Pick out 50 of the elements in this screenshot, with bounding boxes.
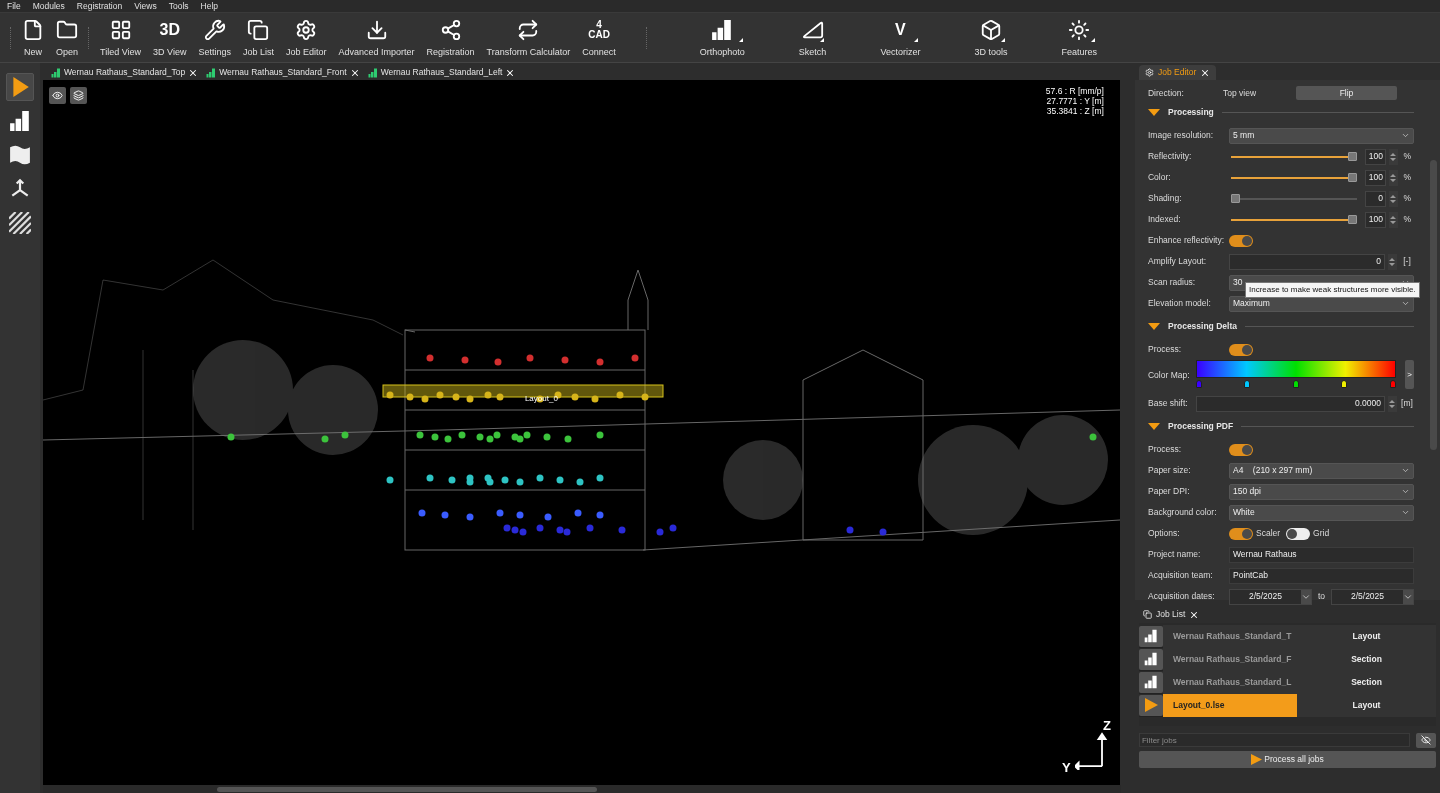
unit-label: % [1402,171,1413,184]
job-name: Layout_0.lse [1163,693,1297,717]
field-label: Color: [1148,171,1172,184]
job-type: Layout [1297,693,1436,717]
field-label: Acquisition team: [1148,569,1214,582]
tooltip: Increase to make weak structures more visible. [1245,282,1420,298]
unit-label: % [1402,192,1413,205]
field-label: Reflectivity: [1148,150,1193,163]
field-label: Paper DPI: [1148,485,1191,498]
field-label: Enhance reflectivity: [1148,234,1226,247]
job-name: Wernau Rathaus_Standard_F [1163,647,1297,671]
field-label: Shading: [1148,192,1183,205]
coordinate-readout: 57.6 : R [mm/p] [1045,86,1104,96]
field-label: Process: [1148,343,1183,356]
job-name: Wernau Rathaus_Standard_T [1163,624,1297,648]
field-label: Direction: [1148,86,1185,100]
date-separator: to [1316,590,1327,603]
unit-label: % [1402,213,1413,226]
field-label: Image resolution: [1148,129,1215,142]
glyph-icon: 4 CAD [588,19,610,40]
field-label: Acquisition dates: [1148,590,1216,603]
direction-value: Top view [1223,86,1258,100]
unit-label: % [1402,150,1413,163]
field-label: Indexed: [1148,213,1182,226]
field-label: Amplify Layout: [1148,255,1208,268]
field-label: Color Map: [1148,369,1191,382]
glyph-icon: V [895,19,906,40]
panel-title: Job List [1156,608,1186,621]
axis-label: Z [1102,717,1111,735]
field-label: Project name: [1148,548,1202,561]
field-label: Process: [1148,443,1183,456]
job-type: Layout [1297,624,1436,648]
job-type: Section [1297,670,1436,694]
field-label: Base shift: [1148,397,1189,410]
option-label: Grid [1313,527,1330,540]
axis-label: Y [1061,759,1071,777]
option-label: Scaler [1256,527,1281,540]
unit-label: [m] [1400,397,1414,410]
coordinate-readout: 27.7771 : Y [m] [1046,96,1104,106]
field-label: Elevation model: [1148,297,1212,310]
glyph-icon: 3D [159,19,180,40]
unit-label: [-] [1402,255,1412,268]
coordinate-readout: 35.3841 : Z [m] [1046,106,1104,116]
field-label: Options: [1148,527,1181,540]
field-label: Background color: [1148,506,1218,519]
field-label: Paper size: [1148,464,1192,477]
layout-label: Layout_0 [524,393,558,405]
field-label: Scan radius: [1148,276,1197,289]
job-name: Wernau Rathaus_Standard_L [1163,670,1297,694]
job-type: Section [1297,647,1436,671]
